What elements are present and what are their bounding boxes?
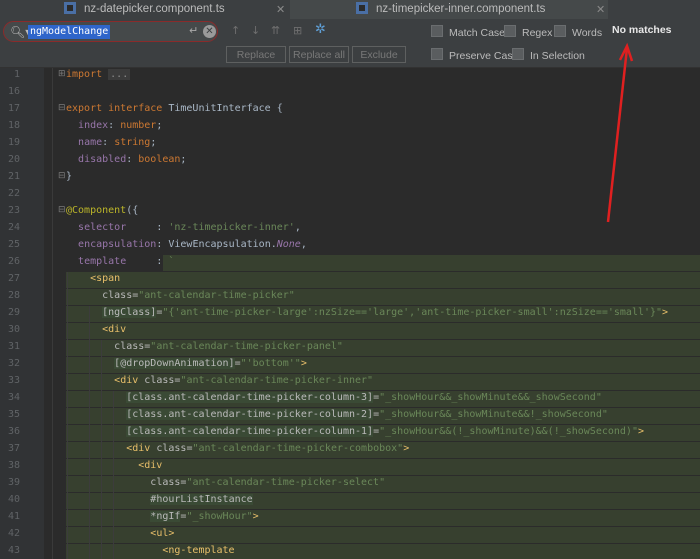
annotation-arrow — [606, 42, 634, 223]
